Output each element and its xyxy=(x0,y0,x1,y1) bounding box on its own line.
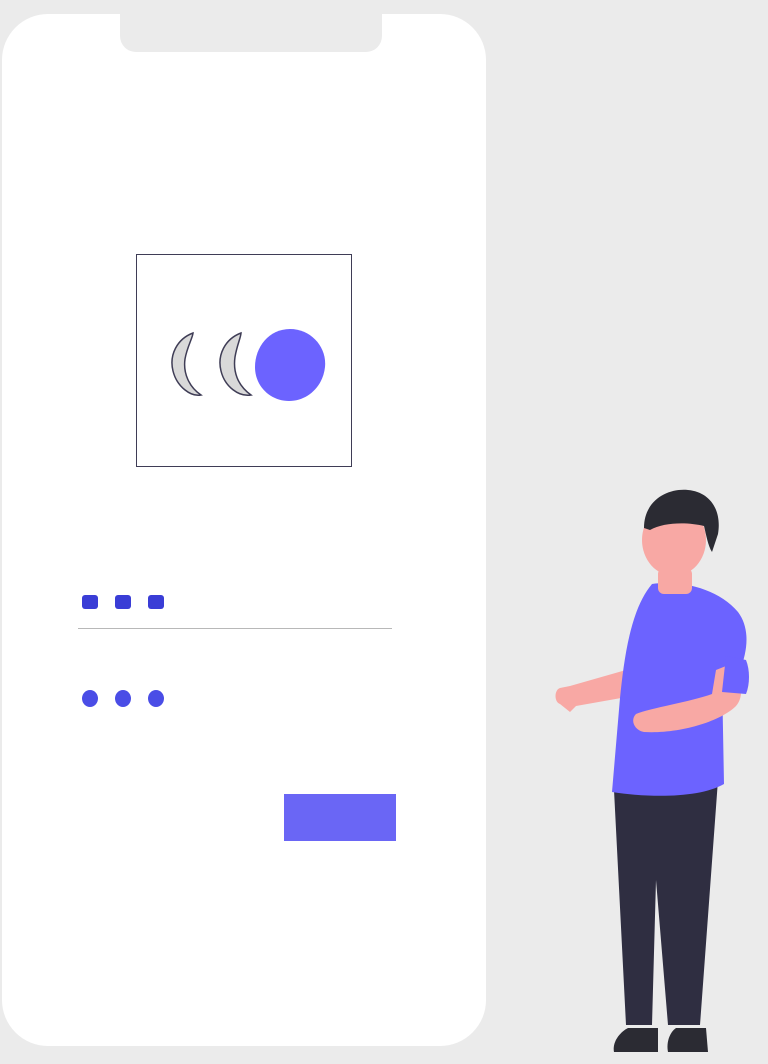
avatar-group xyxy=(171,329,326,401)
username-field-dots[interactable] xyxy=(82,595,164,609)
username-dot xyxy=(148,595,164,609)
field-divider xyxy=(78,628,392,629)
person-legs xyxy=(614,780,718,1025)
illustration-stage xyxy=(0,0,768,1064)
standing-person-illustration xyxy=(555,489,749,1052)
person-shoes xyxy=(613,1028,708,1052)
submit-button[interactable] xyxy=(284,794,396,841)
password-field-dots[interactable] xyxy=(82,690,164,707)
avatar-selection-card xyxy=(136,254,352,467)
avatar-inactive-2[interactable] xyxy=(219,331,253,396)
phone-mockup xyxy=(2,14,486,1046)
password-dot xyxy=(148,690,164,707)
phone-notch xyxy=(120,14,382,52)
username-dot xyxy=(115,595,131,609)
avatar-active[interactable] xyxy=(254,329,326,401)
username-dot xyxy=(82,595,98,609)
password-dot xyxy=(115,690,131,707)
password-dot xyxy=(82,690,98,707)
avatar-inactive-1[interactable] xyxy=(171,331,203,396)
person-head xyxy=(642,489,719,576)
